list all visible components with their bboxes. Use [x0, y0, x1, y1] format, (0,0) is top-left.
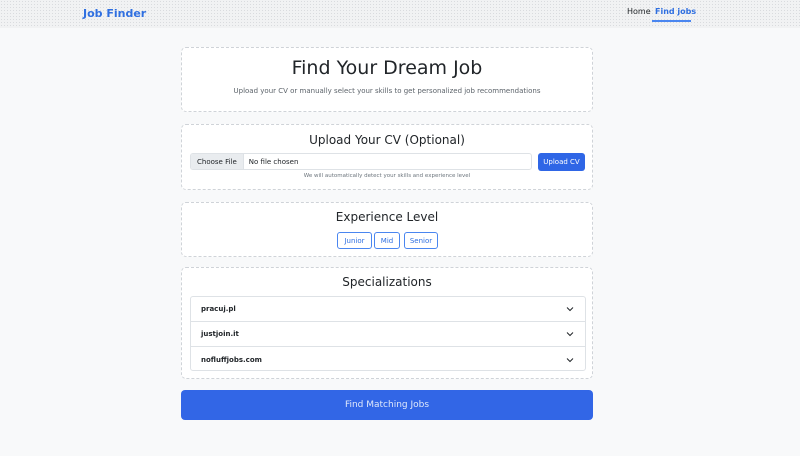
specializations-card: Specializations pracuj.pl justjoin.it no… [181, 267, 593, 379]
chevron-down-icon [566, 332, 574, 337]
brand-logo[interactable]: Job Finder [83, 7, 146, 20]
level-junior-button[interactable]: Junior [337, 232, 372, 249]
upload-cv-title: Upload Your CV (Optional) [309, 133, 465, 147]
navbar: Job Finder Home Find jobs [0, 0, 800, 28]
accordion-item-justjoin[interactable]: justjoin.it [191, 322, 585, 347]
file-status-text: No file chosen [248, 157, 299, 166]
specializations-title: Specializations [342, 275, 432, 289]
nav-link-home[interactable]: Home [627, 7, 651, 16]
specializations-accordion: pracuj.pl justjoin.it nofluffjobs.com [190, 296, 586, 371]
find-matching-jobs-button[interactable]: Find Matching Jobs [181, 390, 593, 420]
upload-hint: We will automatically detect your skills… [303, 173, 471, 179]
upload-cv-button[interactable]: Upload CV [538, 153, 585, 171]
experience-level-card: Experience Level Junior Mid Senior [181, 202, 593, 257]
chevron-down-icon [566, 307, 574, 312]
experience-level-title: Experience Level [335, 210, 439, 224]
nav-link-find-jobs[interactable]: Find jobs [655, 7, 696, 16]
level-mid-button[interactable]: Mid [374, 232, 400, 249]
level-senior-button[interactable]: Senior [404, 232, 438, 249]
file-input[interactable]: Choose File No file chosen [190, 153, 532, 170]
accordion-item-label: justjoin.it [201, 330, 239, 338]
page-subtitle: Upload your CV or manually select your s… [233, 87, 541, 95]
chevron-down-icon [566, 357, 574, 362]
hero-card: Find Your Dream Job Upload your CV or ma… [181, 47, 593, 112]
active-nav-indicator [652, 20, 691, 22]
accordion-item-label: nofluffjobs.com [201, 355, 262, 364]
upload-cv-card: Upload Your CV (Optional) Choose File No… [181, 124, 593, 190]
accordion-item-nofluffjobs[interactable]: nofluffjobs.com [191, 347, 585, 372]
choose-file-button[interactable]: Choose File [191, 154, 244, 169]
page-title: Find Your Dream Job [291, 57, 483, 79]
accordion-item-label: pracuj.pl [201, 305, 236, 313]
accordion-item-pracuj[interactable]: pracuj.pl [191, 297, 585, 322]
